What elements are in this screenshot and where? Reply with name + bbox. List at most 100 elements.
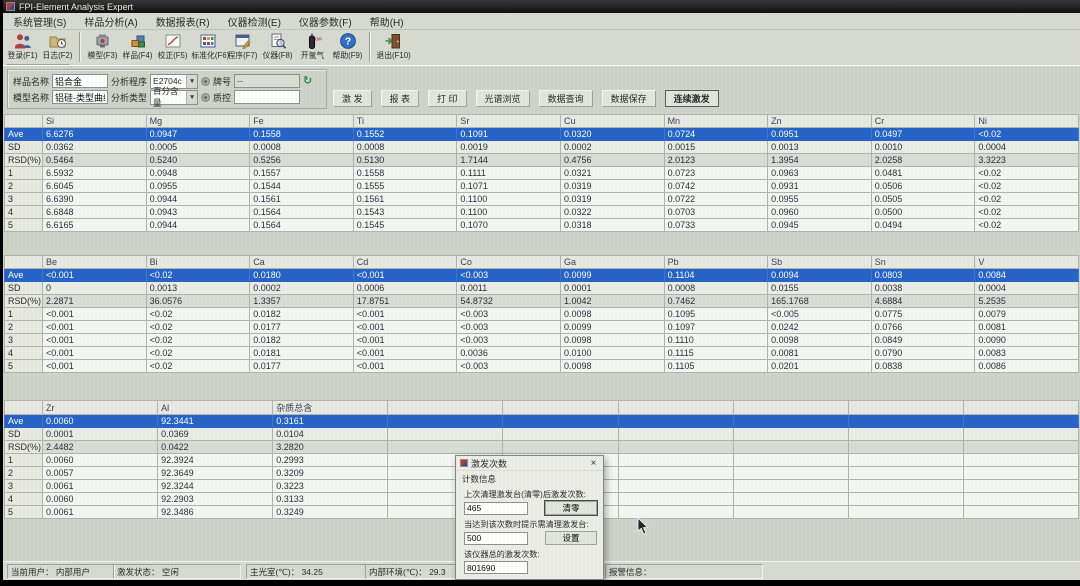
cell[interactable]: 0.0951 (768, 128, 872, 141)
cell[interactable]: 0.1558 (250, 128, 354, 141)
cell[interactable]: 0.0766 (871, 321, 975, 334)
cell[interactable]: 0.0775 (871, 308, 975, 321)
cell[interactable]: <0.001 (353, 347, 457, 360)
cell[interactable]: 6.6848 (43, 206, 147, 219)
cell[interactable]: 0.1115 (664, 347, 768, 360)
action-button-4[interactable]: 光谱浏览 (476, 90, 530, 107)
cell[interactable]: 0.1558 (353, 167, 457, 180)
cell[interactable]: <0.02 (975, 206, 1079, 219)
row-label[interactable]: RSD(%) (5, 154, 43, 167)
close-icon[interactable]: × (588, 458, 599, 469)
cell[interactable]: 1.0042 (560, 295, 664, 308)
cell[interactable]: 0.1561 (353, 193, 457, 206)
toolbar-button-help[interactable]: ?帮助(F9) (330, 31, 365, 60)
toolbar-button-exit[interactable]: 退出(F10) (375, 31, 410, 60)
row-label[interactable]: 3 (5, 193, 43, 206)
cell[interactable]: 0.0008 (353, 141, 457, 154)
cell[interactable]: 0.0099 (560, 321, 664, 334)
toolbar-button-instrument[interactable]: 仪器(F8) (260, 31, 295, 60)
cell[interactable]: 0.1111 (457, 167, 561, 180)
cell[interactable]: 0.0083 (975, 347, 1079, 360)
cell[interactable]: 0.3133 (273, 493, 388, 506)
cell[interactable]: <0.001 (43, 308, 147, 321)
cell[interactable]: 17.8751 (353, 295, 457, 308)
cell[interactable]: 0.0019 (457, 141, 561, 154)
cell[interactable]: 2.0123 (664, 154, 768, 167)
cell[interactable]: 54.8732 (457, 295, 561, 308)
row-label[interactable]: 4 (5, 347, 43, 360)
action-button-3[interactable]: 打 印 (428, 90, 467, 107)
total-count-input[interactable] (464, 561, 528, 574)
cell[interactable]: 2.0258 (871, 154, 975, 167)
cell[interactable]: 0.0369 (158, 428, 273, 441)
toolbar-button-sample[interactable]: 样品(F4) (120, 31, 155, 60)
cell[interactable]: <0.02 (146, 334, 250, 347)
cell[interactable]: 0.0182 (250, 308, 354, 321)
cell[interactable]: 0.0947 (146, 128, 250, 141)
cell[interactable]: 0.0094 (768, 269, 872, 282)
cell[interactable]: <0.02 (146, 269, 250, 282)
cell[interactable]: 1.7144 (457, 154, 561, 167)
cell[interactable]: 0.1095 (664, 308, 768, 321)
cell[interactable]: 0.0422 (158, 441, 273, 454)
toolbar-button-standardize[interactable]: 标准化(F6) (190, 31, 225, 60)
cell[interactable]: 165.1768 (768, 295, 872, 308)
row-label[interactable]: 1 (5, 454, 43, 467)
cell[interactable]: <0.02 (146, 360, 250, 373)
cell[interactable]: 0.0060 (43, 454, 158, 467)
row-label[interactable]: 4 (5, 206, 43, 219)
menu-item-2[interactable]: 样品分析(A) (84, 14, 137, 29)
cell[interactable]: <0.02 (146, 347, 250, 360)
row-label[interactable]: RSD(%) (5, 441, 43, 454)
cell[interactable]: 1.3357 (250, 295, 354, 308)
cell[interactable]: 0.0497 (871, 128, 975, 141)
cell[interactable]: <0.02 (146, 308, 250, 321)
cell[interactable]: 0.0506 (871, 180, 975, 193)
cell[interactable]: 0.0060 (43, 493, 158, 506)
cell[interactable]: <0.003 (457, 321, 561, 334)
cell[interactable]: 0.1097 (664, 321, 768, 334)
row-label[interactable]: SD (5, 141, 43, 154)
cell[interactable]: 0.4756 (560, 154, 664, 167)
cell[interactable]: 0.0155 (768, 282, 872, 295)
cell[interactable]: 0.1552 (353, 128, 457, 141)
menu-item-4[interactable]: 仪器检测(E) (228, 14, 281, 29)
cell[interactable]: 0.0180 (250, 269, 354, 282)
cell[interactable]: <0.001 (353, 321, 457, 334)
cell[interactable]: 6.6165 (43, 219, 147, 232)
cell[interactable]: 0.1104 (664, 269, 768, 282)
cell[interactable]: 0.0038 (871, 282, 975, 295)
cell[interactable]: 0.1564 (250, 219, 354, 232)
cell[interactable]: 92.3649 (158, 467, 273, 480)
cell[interactable]: <0.02 (975, 128, 1079, 141)
cell[interactable]: 0.0742 (664, 180, 768, 193)
cell[interactable]: 0.0015 (664, 141, 768, 154)
cell[interactable]: 92.2903 (158, 493, 273, 506)
cell[interactable]: 0.1070 (457, 219, 561, 232)
action-button-7[interactable]: 连续激发 (665, 90, 719, 107)
cell[interactable]: 0 (43, 282, 147, 295)
cell[interactable]: <0.001 (43, 269, 147, 282)
cell[interactable]: 0.0481 (871, 167, 975, 180)
cell[interactable]: 0.0321 (560, 167, 664, 180)
cell[interactable]: 0.0505 (871, 193, 975, 206)
cell[interactable]: 0.0098 (560, 308, 664, 321)
row-label[interactable]: 1 (5, 308, 43, 321)
cell[interactable]: 6.5932 (43, 167, 147, 180)
cell[interactable]: 0.0944 (146, 193, 250, 206)
since-clean-count-input[interactable] (464, 502, 528, 515)
row-label[interactable]: SD (5, 428, 43, 441)
cell[interactable]: 0.3249 (273, 506, 388, 519)
cell[interactable]: 0.1100 (457, 206, 561, 219)
qc-input[interactable] (234, 90, 300, 104)
cell[interactable]: <0.001 (353, 308, 457, 321)
cell[interactable]: 0.3161 (273, 415, 388, 428)
cell[interactable]: 0.0061 (43, 480, 158, 493)
row-label[interactable]: Ave (5, 269, 43, 282)
gear-icon[interactable] (201, 77, 210, 86)
cell[interactable]: 0.2993 (273, 454, 388, 467)
cell[interactable]: 0.0010 (871, 141, 975, 154)
cell[interactable]: 0.0084 (975, 269, 1079, 282)
cell[interactable]: 0.0182 (250, 334, 354, 347)
cell[interactable]: 2.2871 (43, 295, 147, 308)
